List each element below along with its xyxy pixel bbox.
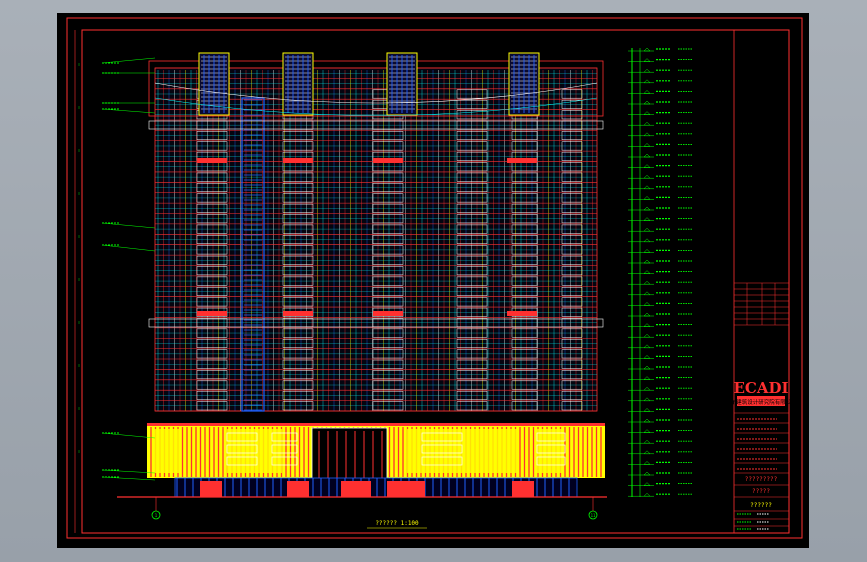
penthouse-block [508,52,540,116]
level-symbol [643,47,651,52]
annotation-leaders [78,57,156,483]
cad-viewport[interactable]: ECADI 华东建筑设计研究院有限公司 ????????? ????? ????… [0,0,867,562]
level-symbol [643,492,651,497]
axis-marker-left-label: 1 [155,513,158,518]
level-symbol [643,143,651,147]
podium-cornice [147,423,605,426]
level-symbol [643,174,651,179]
level-symbol [643,227,651,232]
level-symbol [643,90,651,94]
accent-band [197,311,227,316]
level-symbol [643,217,651,221]
level-symbol [643,164,651,168]
level-symbol [643,121,651,126]
level-symbol [643,355,651,359]
red-door [512,481,534,497]
podium-panel [537,429,562,473]
podium-panel [152,429,180,473]
level-symbol [643,259,651,264]
level-symbol [643,196,651,200]
level-symbol [643,397,651,402]
elevation-drawing: ECADI 华东建筑设计研究院有限公司 ????????? ????? ????… [66,17,803,539]
project-label: ????????? [745,476,778,483]
sheet-name: ?????? [750,502,772,509]
level-symbol [643,344,651,349]
accent-band [197,158,227,163]
red-door [341,481,371,497]
level-symbol [643,471,651,476]
red-door [200,481,222,497]
level-symbol [643,68,651,73]
level-symbol [643,323,651,327]
accent-band [507,158,537,163]
level-symbol [643,333,651,338]
accent-band [283,158,313,163]
leader-line [101,244,156,252]
podium-elevation [147,423,605,498]
penthouse-block [282,52,314,116]
level-symbol [643,58,651,62]
level-markers [628,47,692,497]
penthouse-block [386,52,418,116]
logo-text: ECADI [733,379,788,397]
level-symbol [643,280,651,285]
accent-band [507,311,537,316]
level-symbol [643,185,651,190]
level-symbol [643,408,651,412]
axis-marker-right-label: 11 [591,513,596,518]
red-door [387,481,425,497]
level-symbol [643,376,651,380]
level-symbol [643,439,651,444]
level-symbol [643,429,651,433]
accent-band [373,311,403,316]
logo-subtitle: 华东建筑设计研究院有限公司 [725,398,797,406]
level-symbol [643,270,651,274]
level-symbol [643,450,651,455]
accent-band [373,158,403,163]
level-symbol [643,132,651,137]
leader-line [101,222,156,229]
level-symbol [643,206,651,211]
level-symbol [643,153,651,158]
podium-panel [227,429,282,473]
level-symbol [643,79,651,84]
penthouse-block [198,52,230,116]
drawing-title: ?????? 1:100 [375,520,419,527]
level-symbol [643,312,651,317]
drawing-sheet[interactable]: ECADI 华东建筑设计研究院有限公司 ????????? ????? ????… [57,13,809,548]
red-door [287,481,309,497]
level-symbol [643,238,651,243]
level-symbol [643,482,651,486]
level-symbol [643,418,651,423]
level-symbol [643,291,651,296]
leader-line [101,57,156,64]
drawing-name: ????? [752,488,770,495]
level-symbol [643,302,651,306]
level-symbol [643,249,651,253]
level-symbol [643,386,651,391]
title-block: ECADI 华东建筑设计研究院有限公司 ????????? ????? ????… [725,29,797,534]
accent-band [283,311,313,316]
level-symbol [643,100,651,105]
tower-elevation [148,52,604,412]
level-symbol [643,461,651,465]
level-symbol [643,111,651,115]
level-symbol [643,365,651,370]
leader-line [101,108,156,114]
